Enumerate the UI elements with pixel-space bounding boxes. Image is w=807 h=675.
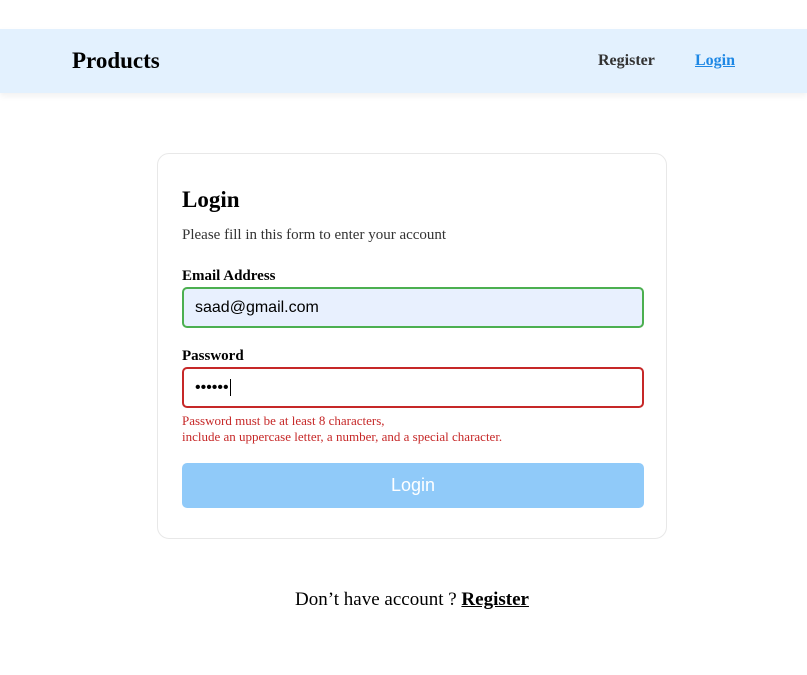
- password-error-line-2: include an uppercase letter, a number, a…: [182, 429, 503, 444]
- email-label: Email Address: [182, 268, 276, 284]
- text-caret: [229, 379, 231, 397]
- brand-title[interactable]: Products: [72, 47, 160, 75]
- password-error-message: Password must be at least 8 characters, …: [182, 413, 502, 445]
- password-error-line-1: Password must be at least 8 characters,: [182, 413, 385, 428]
- footer-register-prompt: Don’t have account ? Register: [0, 589, 807, 611]
- password-input[interactable]: ••••••: [182, 367, 644, 408]
- login-submit-button[interactable]: Login: [182, 463, 644, 508]
- footer-register-link[interactable]: Register: [461, 589, 529, 610]
- password-value: ••••••: [195, 379, 229, 396]
- form-subtitle: Please fill in this form to enter your a…: [182, 227, 447, 243]
- email-value: saad@gmail.com: [195, 299, 319, 316]
- nav-login-link[interactable]: Login: [695, 52, 735, 70]
- email-input[interactable]: saad@gmail.com: [182, 287, 644, 328]
- password-label: Password: [182, 348, 244, 364]
- nav-register-link[interactable]: Register: [598, 52, 655, 70]
- footer-prompt-text: Don’t have account ?: [295, 589, 462, 610]
- navbar: Products Register Login: [0, 29, 807, 93]
- form-title: Login: [182, 187, 240, 212]
- login-card: Login Please fill in this form to enter …: [157, 153, 667, 539]
